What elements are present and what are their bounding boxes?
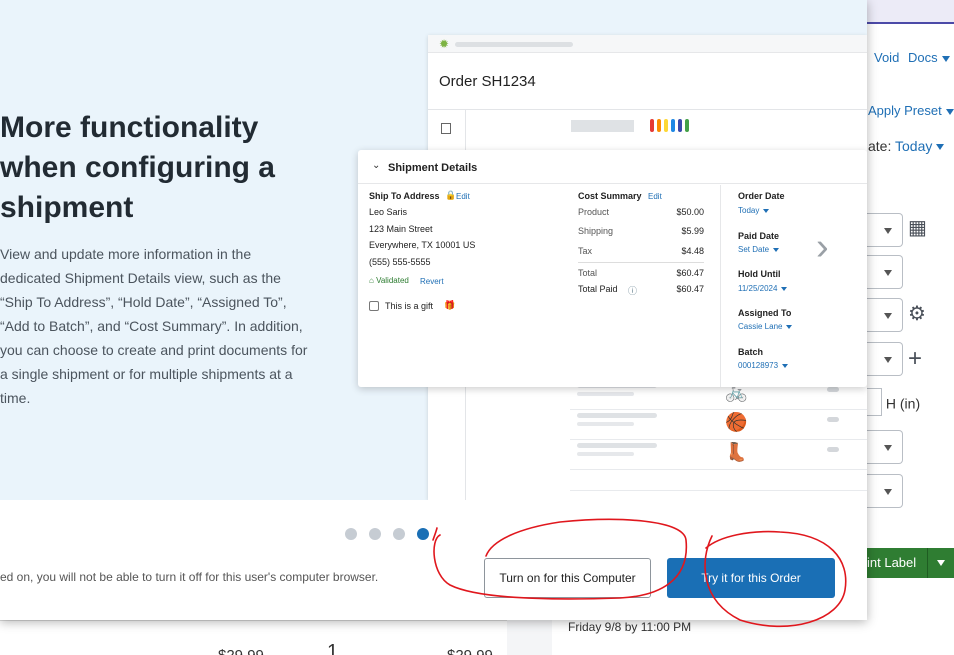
apply-preset-link[interactable]: Apply Preset: [868, 103, 954, 118]
ship-by-date: Friday 9/8 by 11:00 PM: [568, 620, 692, 634]
cost-row-tax: Tax $4.48: [578, 246, 704, 256]
order-title: Order SH1234: [439, 73, 536, 90]
recipient-city: Everywhere, TX 10001 US: [369, 240, 476, 250]
recipient-name: Leo Saris: [369, 207, 408, 217]
batch-select[interactable]: 000128973: [738, 361, 789, 370]
recipient-phone: (555) 555-5555: [369, 257, 431, 267]
cost-summary-label: Cost Summary: [578, 191, 642, 201]
preview-placeholder: [571, 120, 634, 132]
hold-until-select[interactable]: 11/25/2024: [738, 284, 788, 293]
service-select[interactable]: [867, 213, 903, 247]
cost-summary-edit-link[interactable]: Edit: [648, 192, 662, 201]
dimension-height-field[interactable]: H (in): [866, 388, 920, 416]
disclaimer-text: ed on, you will not be able to turn it o…: [0, 570, 379, 584]
hold-until-label: Hold Until: [738, 269, 781, 279]
package-select[interactable]: [867, 255, 903, 289]
calculator-icon[interactable]: ▦: [908, 215, 927, 240]
preview-titlebar-placeholder: [455, 42, 573, 47]
boot-icon: 👢: [725, 442, 748, 462]
item-qty: 1: [327, 641, 339, 655]
preview-divider: [428, 109, 867, 110]
list-item: 👢: [570, 440, 867, 470]
modal-headline: More functionality when configuring a sh…: [0, 111, 275, 224]
date-filter-label: ate: Today: [868, 138, 945, 154]
gear-icon[interactable]: ⚙: [908, 301, 926, 326]
print-label-button[interactable]: int Label: [867, 548, 954, 578]
carousel-dot[interactable]: [345, 528, 357, 540]
feature-tour-modal: More functionality when configuring a sh…: [0, 0, 867, 620]
order-date-select[interactable]: Today: [738, 206, 770, 215]
order-items-strip: $29.99 1 $29.99: [0, 620, 507, 655]
app-top-bar: [867, 0, 954, 24]
plus-icon[interactable]: +: [908, 345, 922, 373]
chevron-right-icon[interactable]: ›: [816, 228, 829, 266]
shipment-details-header: ⌄ Shipment Details: [358, 150, 867, 184]
item-price: $29.99: [218, 647, 264, 655]
modal-hero: More functionality when configuring a sh…: [0, 0, 867, 500]
ship-to-edit-link[interactable]: Edit: [456, 192, 470, 201]
cost-row-total-paid: Total Paid ⓘ $60.47: [578, 284, 704, 296]
cost-row-total: Total $60.47: [578, 268, 704, 278]
chevron-down-icon: ⌄: [372, 160, 381, 171]
cost-row-shipping: Shipping $5.99: [578, 226, 704, 236]
recipient-street: 123 Main Street: [369, 224, 433, 234]
preview-titlebar: ✹: [428, 35, 867, 53]
void-link[interactable]: Void: [874, 50, 899, 65]
batch-label: Batch: [738, 347, 764, 357]
gift-label: This is a gift: [385, 301, 434, 311]
paid-date-label: Paid Date: [738, 231, 780, 241]
order-date-label: Order Date: [738, 191, 785, 201]
ball-icon: 🏀: [725, 412, 748, 432]
turn-on-for-computer-button[interactable]: Turn on for this Computer: [484, 558, 651, 598]
confirmation-select[interactable]: [867, 298, 903, 332]
cost-row-product: Product $50.00: [578, 207, 704, 217]
home-icon: ⌂: [369, 276, 374, 285]
gear-icon: ✹: [439, 37, 450, 51]
info-icon: ⓘ: [628, 286, 638, 296]
document-icon: [441, 123, 451, 134]
list-item: 🏀: [570, 410, 867, 440]
gift-icon: 🎁: [444, 300, 456, 310]
lock-icon: 🔒: [445, 190, 457, 200]
shipment-details-title: Shipment Details: [388, 162, 478, 174]
shipment-details-card: ⌄ Shipment Details Ship To Address 🔒 Edi…: [358, 150, 867, 387]
gift-checkbox[interactable]: [369, 301, 379, 311]
rate-select[interactable]: [867, 474, 903, 508]
carousel-dot[interactable]: [393, 528, 405, 540]
preview-collapsed-row: [570, 490, 867, 500]
carousel-pagination: [345, 527, 441, 545]
weight-select[interactable]: [867, 430, 903, 464]
revert-link[interactable]: Revert: [420, 277, 444, 286]
modal-body-text: View and update more information in the …: [0, 246, 308, 406]
paid-date-select[interactable]: Set Date: [738, 245, 780, 254]
assigned-to-label: Assigned To: [738, 308, 792, 318]
try-for-order-button[interactable]: Try it for this Order: [667, 558, 835, 598]
carousel-dot[interactable]: [369, 528, 381, 540]
ship-to-label: Ship To Address: [369, 191, 440, 201]
docs-link[interactable]: Docs: [908, 50, 950, 65]
cost-divider: [578, 262, 704, 263]
ship-by-panel: Friday 9/8 by 11:00 PM: [552, 620, 867, 655]
assigned-to-select[interactable]: Cassie Lane: [738, 322, 793, 331]
item-total: $29.99: [447, 647, 493, 655]
insurance-select[interactable]: [867, 342, 903, 376]
details-separator: [720, 185, 721, 387]
validated-status: ⌂ Validated: [369, 276, 409, 285]
tag-colors: [650, 119, 692, 137]
carousel-dot-active[interactable]: [417, 528, 429, 540]
